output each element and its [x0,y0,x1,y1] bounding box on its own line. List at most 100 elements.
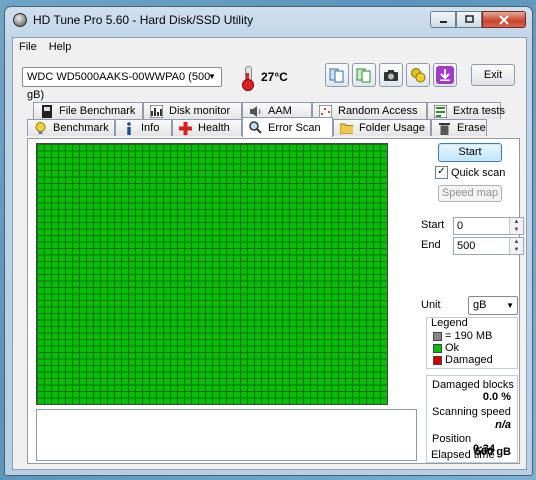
unit-select[interactable]: gB ▼ [468,296,518,315]
tab-label: Random Access [338,105,418,117]
start-field[interactable]: 0 ▲ ▼ [453,217,524,235]
close-icon [499,14,509,25]
health-cross-icon [179,121,192,135]
tab-label: File Benchmark [59,105,136,117]
legend-box: Legend = 190 MB Ok Damaged [426,317,518,369]
start-button[interactable]: Start [438,143,502,162]
lightbulb-icon [34,121,47,135]
title-bar[interactable]: HD Tune Pro 5.60 - Hard Disk/SSD Utility [5,7,532,33]
copy-text-button[interactable] [325,63,349,87]
magnifier-icon [249,121,262,134]
screenshot-button[interactable] [379,63,403,87]
legend-item-ok: Ok [433,342,459,354]
tab-label: AAM [268,105,292,117]
legend-item-block-size: = 190 MB [433,330,492,342]
chevron-down-icon: ▼ [208,72,216,81]
coins-icon [411,68,426,83]
app-window: HD Tune Pro 5.60 - Hard Disk/SSD Utility… [4,6,533,476]
copy-icon [329,68,344,83]
scanning-speed-label: Scanning speed [432,406,511,418]
random-access-icon [319,104,332,118]
tab-row-bottom: Benchmark Info Health Error Scan Folder … [27,117,487,137]
disk-monitor-icon [150,104,163,118]
folder-icon [340,122,353,135]
quick-scan-label: Quick scan [451,166,506,179]
drive-select[interactable]: WDC WD5000AAKS-00WWPA0 (500 gB) ▼ [22,67,222,101]
legend-item-label: = 190 MB [445,330,493,342]
block-map-grid [36,143,388,405]
menu-file[interactable]: File [19,41,37,53]
temperature-value: 27°C [261,70,288,84]
quick-scan-checkbox[interactable]: ✓ Quick scan [435,166,505,179]
error-scan-panel: Start ✓ Quick scan Speed map Start 0 ▲ ▼ … [27,138,524,465]
tab-label: Error Scan [268,121,321,134]
maximize-icon [464,15,474,23]
extra-tests-icon [434,104,447,118]
tab-label: Extra tests [453,105,505,117]
window-controls [430,11,526,28]
tab-info[interactable]: Info [115,119,172,136]
tab-disk-monitor[interactable]: Disk monitor [143,102,242,119]
toolbar: WDC WD5000AAKS-00WWPA0 (500 gB) ▼ 27°C E… [13,58,526,101]
menu-help[interactable]: Help [49,41,72,53]
info-icon [122,121,135,135]
damaged-blocks-label: Damaged blocks [432,379,514,391]
options-button[interactable] [406,63,430,87]
red-swatch-icon [433,355,442,365]
tab-health[interactable]: Health [172,119,242,136]
unit-select-value: gB [473,299,487,311]
copy-green-icon [356,68,371,83]
legend-item-damaged: Damaged [433,354,493,366]
legend-item-label: Damaged [445,354,493,366]
elapsed-time-value: 0:34 [473,443,496,455]
tab-erase[interactable]: Erase [431,119,487,136]
tab-label: Erase [457,122,486,134]
tab-extra-tests[interactable]: Extra tests [427,102,505,119]
scanning-speed-value: n/a [495,419,511,431]
legend-title: Legend [431,317,468,329]
gray-swatch-icon [433,331,442,341]
window-title: HD Tune Pro 5.60 - Hard Disk/SSD Utility [33,13,254,27]
tab-folder-usage[interactable]: Folder Usage [333,119,431,136]
damaged-blocks-value: 0.0 % [482,391,511,403]
maximize-button[interactable] [456,11,482,28]
trash-icon [438,122,451,135]
spinner-arrows-icon[interactable]: ▲ ▼ [509,218,523,234]
tab-label: Folder Usage [359,122,426,134]
thermometer-icon [240,65,254,91]
legend-item-label: Ok [445,342,460,354]
exit-button[interactable]: Exit [471,64,515,86]
speaker-icon [249,105,262,118]
tab-error-scan[interactable]: Error Scan [242,117,333,137]
minimize-icon [439,21,447,23]
scan-controls: Start ✓ Quick scan Speed map Start 0 ▲ ▼ … [418,139,524,465]
tab-label: Disk monitor [169,105,231,117]
download-arrow-icon [436,66,454,84]
minimize-button[interactable] [430,11,456,28]
camera-icon [384,70,398,81]
end-field-value: 500 [457,240,476,252]
tab-benchmark[interactable]: Benchmark [27,119,115,136]
file-benchmark-icon [40,104,53,118]
scan-log-area [36,409,417,461]
hd-tune-app-icon [13,13,27,27]
start-field-value: 0 [457,220,464,232]
chevron-down-icon: ▼ [506,301,514,310]
tab-file-benchmark[interactable]: File Benchmark [33,102,143,119]
end-field[interactable]: 500 ▲ ▼ [453,237,524,255]
end-field-label: End [421,239,441,251]
copy-screenshot-button[interactable] [352,63,376,87]
position-label: Position [432,433,472,445]
drive-select-value: WDC WD5000AAKS-00WWPA0 (500 gB) [27,71,211,101]
spinner-arrows-icon[interactable]: ▲ ▼ [509,238,523,254]
client-area: File Help WDC WD5000AAKS-00WWPA0 (500 gB… [12,37,527,470]
tab-label: Info [141,122,160,134]
close-button[interactable] [482,11,526,28]
checkmark-icon[interactable]: ✓ [435,166,448,179]
save-button[interactable] [433,63,457,87]
unit-label: Unit [421,299,441,311]
green-swatch-icon [433,343,442,353]
start-field-label: Start [421,219,445,231]
speed-map-button[interactable]: Speed map [438,185,502,202]
tab-label: Health [198,122,230,134]
